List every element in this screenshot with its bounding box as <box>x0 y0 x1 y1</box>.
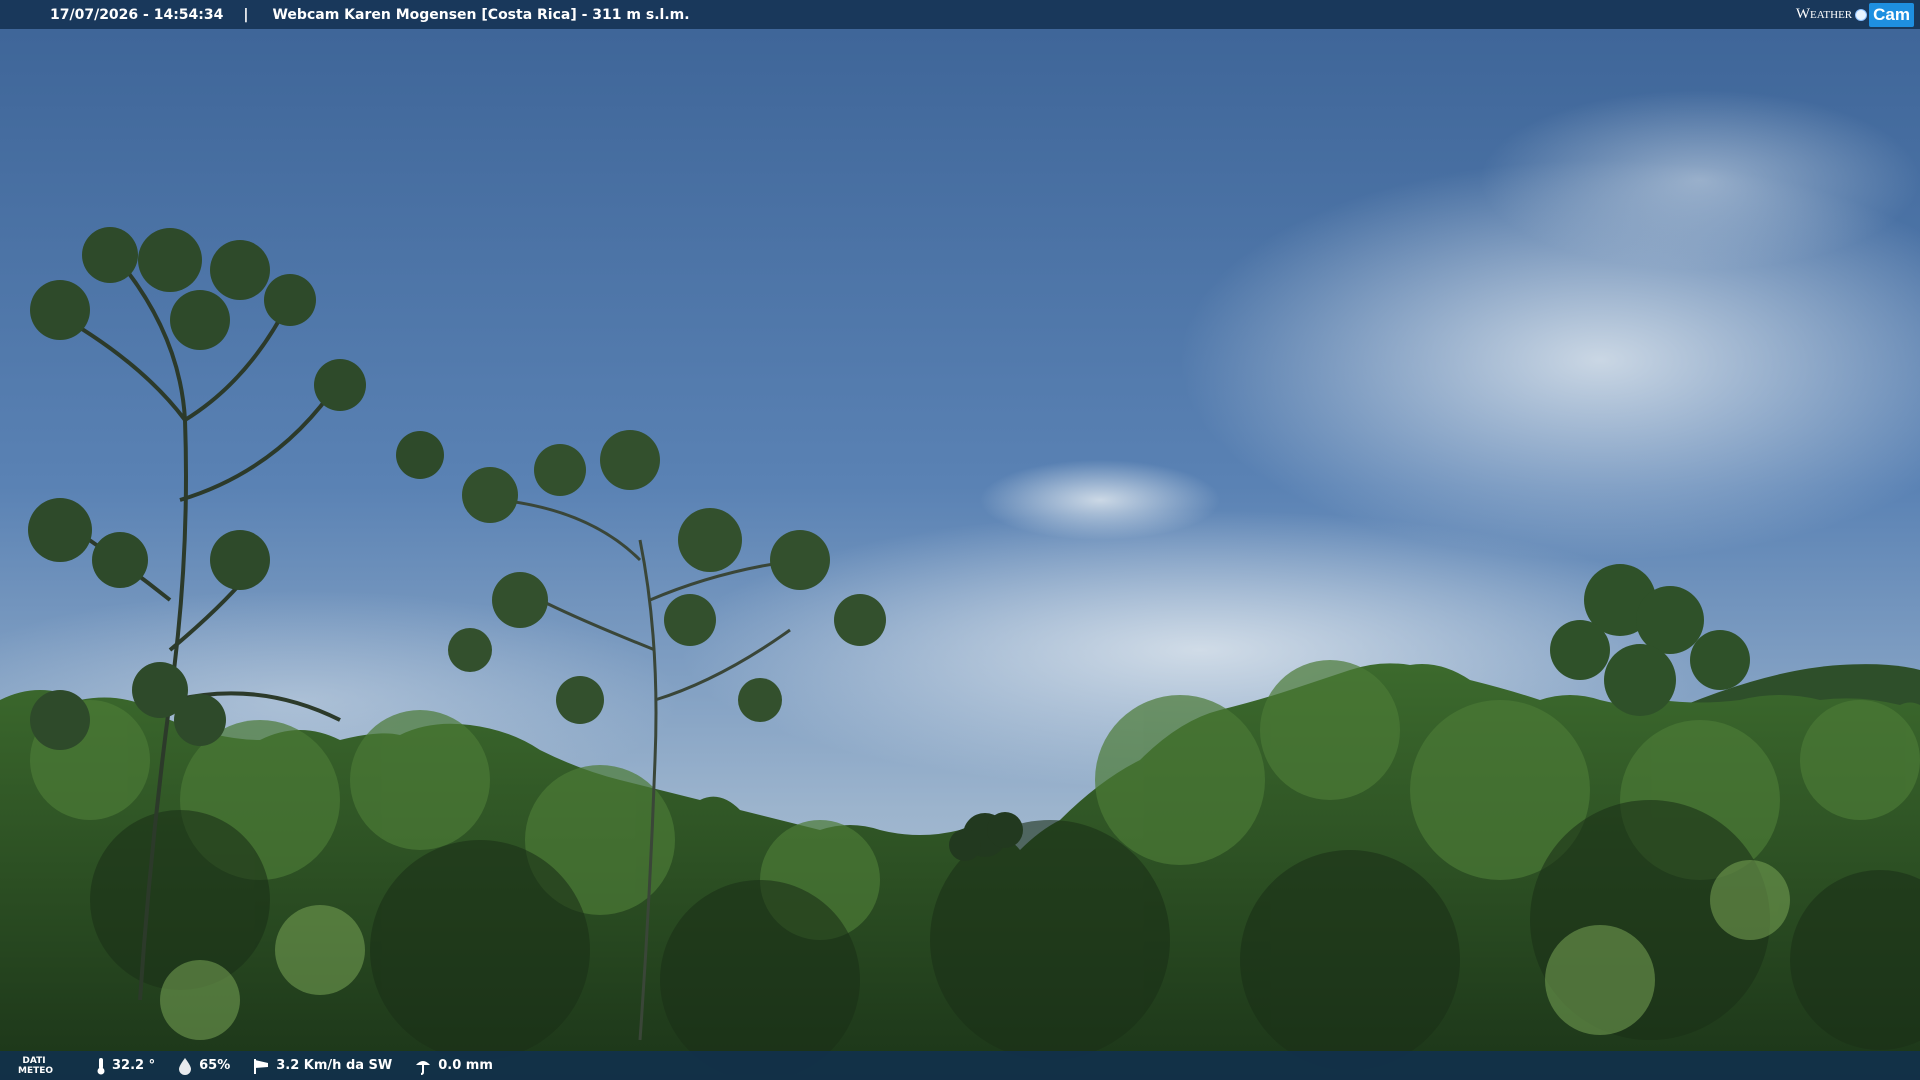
humidity-drop-icon <box>179 1057 192 1075</box>
webcam-image <box>0 0 1920 1080</box>
cloud <box>1480 90 1920 270</box>
humidity-value: 65% <box>199 1058 231 1073</box>
weather-data-bar: DATI METEO 32.2 ° 65% 3.2 Km/h da SW 0.0… <box>0 1051 1920 1080</box>
humidity-metric: 65% <box>177 1057 230 1075</box>
wind-sock-icon <box>254 1058 269 1074</box>
datetime: 17/07/2026 - 14:54:34 <box>50 6 224 23</box>
webcam-title: Webcam Karen Mogensen [Costa Rica] - 311… <box>272 6 690 23</box>
temperature-value: 32.2 ° <box>112 1058 156 1073</box>
weather-label-line2: METEO <box>18 1065 54 1076</box>
wind-value: 3.2 Km/h da SW <box>276 1058 393 1073</box>
wind-metric: 3.2 Km/h da SW <box>252 1057 392 1075</box>
rain-value: 0.0 mm <box>438 1058 493 1073</box>
weather-label: DATI METEO <box>18 1055 54 1076</box>
weather-label-line1: DATI <box>22 1055 46 1066</box>
logo-cam-text: Cam <box>1869 2 1914 27</box>
cloud <box>980 460 1220 540</box>
separator: | <box>243 6 249 23</box>
rain-metric: 0.0 mm <box>414 1057 493 1075</box>
top-info-bar: 17/07/2026 - 14:54:34 | Webcam Karen Mog… <box>0 0 1920 29</box>
temperature-metric: 32.2 ° <box>96 1057 155 1075</box>
sun-globe-icon <box>1855 8 1868 21</box>
rain-gauge-icon <box>416 1060 431 1075</box>
thermometer-icon <box>97 1057 105 1074</box>
logo-weather-text: Weather <box>1795 6 1853 22</box>
weathercam-logo[interactable]: Weather Cam <box>1796 0 1920 29</box>
